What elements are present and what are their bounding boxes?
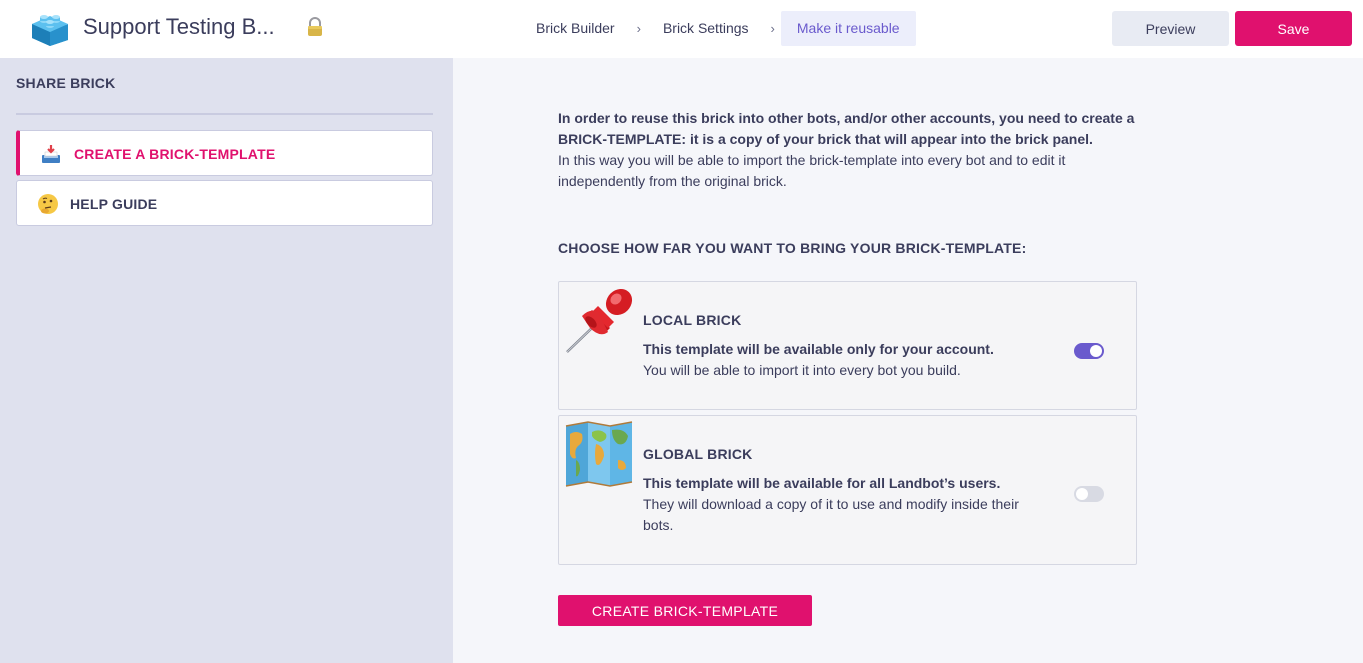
sidebar-divider	[16, 113, 433, 115]
breadcrumb-make-it-reusable[interactable]: Make it reusable	[780, 11, 916, 46]
pushpin-icon	[566, 288, 633, 353]
sidebar-item-label: CREATE A BRICK-TEMPLATE	[74, 146, 276, 162]
global-brick-card: GLOBAL BRICK This template will be avail…	[558, 415, 1137, 565]
global-brick-title: GLOBAL BRICK	[643, 446, 753, 462]
breadcrumb-separator: ›	[770, 21, 775, 36]
local-brick-title: LOCAL BRICK	[643, 312, 742, 328]
choose-section-title: CHOOSE HOW FAR YOU WANT TO BRING YOUR BR…	[558, 240, 1027, 256]
breadcrumb-brick-builder[interactable]: Brick Builder	[520, 11, 631, 46]
local-brick-toggle[interactable]	[1074, 343, 1104, 359]
top-header: Support Testing B... Brick Builder › Bri…	[0, 0, 1363, 58]
global-brick-description: They will download a copy of it to use a…	[643, 496, 1019, 533]
local-brick-description: You will be able to import it into every…	[643, 362, 961, 378]
save-button[interactable]: Save	[1235, 11, 1352, 46]
preview-button[interactable]: Preview	[1112, 11, 1229, 46]
toggle-knob	[1076, 488, 1088, 500]
app-title[interactable]: Support Testing B...	[83, 14, 275, 40]
thinking-face-icon	[38, 194, 58, 214]
sidebar-title: SHARE BRICK	[16, 75, 116, 91]
global-brick-bold-text: This template will be available for all …	[643, 475, 1001, 491]
breadcrumb: Brick Builder › Brick Settings › Make it…	[520, 11, 916, 46]
lock-icon	[308, 17, 322, 36]
intro-text: In order to reuse this brick into other …	[558, 108, 1148, 192]
breadcrumb-separator: ›	[636, 21, 641, 36]
inbox-tray-icon	[42, 145, 60, 163]
global-brick-toggle[interactable]	[1074, 486, 1104, 502]
lego-brick-logo-icon[interactable]	[30, 10, 70, 46]
toggle-knob	[1090, 345, 1102, 357]
sidebar-item-help-guide[interactable]: HELP GUIDE	[16, 180, 433, 226]
breadcrumb-brick-settings[interactable]: Brick Settings	[647, 11, 765, 46]
sidebar: SHARE BRICK CREATE A BRICK-TEMPLATE HELP…	[0, 58, 453, 663]
local-brick-card: LOCAL BRICK This template will be availa…	[558, 281, 1137, 410]
intro-description: In this way you will be able to import t…	[558, 152, 1066, 189]
intro-bold-text: In order to reuse this brick into other …	[558, 110, 1135, 147]
sidebar-item-label: HELP GUIDE	[70, 196, 158, 212]
local-brick-bold-text: This template will be available only for…	[643, 341, 994, 357]
create-brick-template-button[interactable]: CREATE BRICK-TEMPLATE	[558, 595, 812, 626]
world-map-icon	[565, 421, 633, 487]
sidebar-item-create-brick-template[interactable]: CREATE A BRICK-TEMPLATE	[16, 130, 433, 176]
